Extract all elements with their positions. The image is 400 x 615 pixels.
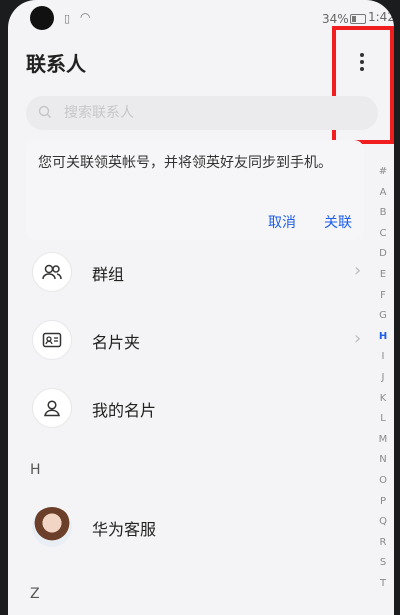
index-letter[interactable]: C [372, 224, 394, 245]
avatar [32, 507, 72, 547]
person-icon [32, 388, 72, 428]
search-icon [38, 105, 54, 121]
notice-text: 您可关联领英帐号，并将领英好友同步到手机。 [38, 155, 332, 171]
menu-item-label: 群组 [92, 265, 125, 284]
index-letter[interactable]: K [372, 389, 394, 410]
status-time: 1:42 [368, 10, 394, 24]
index-letter[interactable]: T [372, 574, 394, 595]
index-letter[interactable]: G [372, 306, 394, 327]
search-bar[interactable] [26, 96, 378, 130]
index-letter[interactable]: M [372, 430, 394, 451]
cancel-button[interactable]: 取消 [268, 212, 296, 232]
menu-item-my-card[interactable]: 我的名片 [26, 382, 366, 434]
link-account-notice: 您可关联领英帐号，并将领英好友同步到手机。 取消 关联 [26, 140, 364, 240]
index-letter[interactable]: D [372, 244, 394, 265]
chevron-right-icon: › [354, 328, 362, 349]
index-letter[interactable]: F [372, 286, 394, 307]
menu-item-groups[interactable]: 群组 › [26, 246, 366, 298]
index-letter[interactable]: R [372, 533, 394, 554]
page-title: 联系人 [26, 52, 86, 76]
index-letter[interactable]: A [372, 183, 394, 204]
index-letter[interactable]: P [372, 492, 394, 513]
menu-item-label: 我的名片 [92, 401, 157, 420]
contact-name: 华为客服 [92, 520, 157, 539]
index-letter[interactable]: H [372, 327, 394, 348]
battery-percent: 34% [322, 12, 349, 26]
index-letter[interactable]: # [372, 162, 394, 183]
index-letter[interactable]: S [372, 553, 394, 574]
battery-icon [350, 14, 366, 24]
index-letter[interactable]: E [372, 265, 394, 286]
front-camera [30, 6, 54, 30]
chevron-right-icon: › [354, 260, 362, 281]
contact-row[interactable]: 华为客服 [26, 501, 366, 553]
menu-item-label: 名片夹 [92, 333, 141, 352]
wifi-icon: ◠ [80, 10, 91, 24]
section-header-h: H [30, 462, 41, 478]
index-letter[interactable]: J [372, 368, 394, 389]
alphabet-index[interactable]: # A B C D E F G H I J K L M N O P Q R S T [372, 162, 394, 594]
index-letter[interactable]: O [372, 471, 394, 492]
section-header-z: Z [30, 586, 40, 602]
search-input[interactable] [62, 104, 346, 122]
index-letter[interactable]: N [372, 450, 394, 471]
group-icon [32, 252, 72, 292]
card-holder-icon [32, 320, 72, 360]
index-letter[interactable]: Q [372, 512, 394, 533]
sim-icon: ▯ [64, 12, 71, 25]
index-letter[interactable]: B [372, 203, 394, 224]
index-letter[interactable]: L [372, 409, 394, 430]
link-button[interactable]: 关联 [324, 212, 352, 232]
index-letter[interactable]: I [372, 347, 394, 368]
phone-screen: ▯ ◠ 34% 1:42 联系人 您可关联领英帐号，并将领英好友同步到手机。 取… [8, 0, 394, 615]
menu-item-card-holder[interactable]: 名片夹 › [26, 314, 366, 366]
